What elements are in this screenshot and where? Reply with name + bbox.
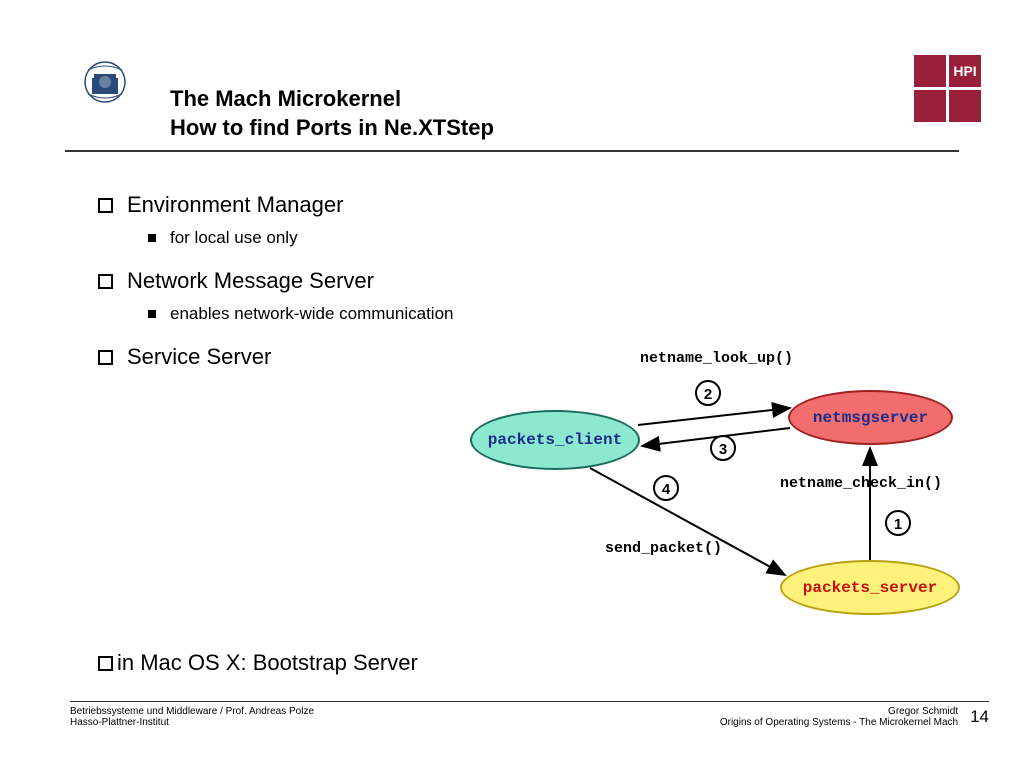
footer-left: Betriebssysteme und Middleware / Prof. A… (70, 706, 314, 728)
bullet-text: in Mac OS X: Bootstrap Server (117, 650, 418, 676)
hpi-square (914, 90, 946, 122)
bullet-text: Network Message Server (127, 268, 374, 294)
slide-content: Environment Manager for local use only N… (70, 192, 954, 370)
port-diagram: netname_look_up() netname_check_in() sen… (470, 350, 980, 630)
bullet-item: in Mac OS X: Bootstrap Server (98, 650, 418, 676)
square-bullet-icon (98, 274, 113, 289)
bullet-item: Environment Manager (98, 192, 954, 218)
sub-bullet-text: for local use only (170, 228, 298, 248)
hpi-square (914, 55, 946, 87)
square-sub-bullet-icon (148, 234, 156, 242)
footer-topic: Origins of Operating Systems - The Micro… (720, 717, 958, 728)
sub-bullet-item: for local use only (98, 228, 954, 248)
slide-title-line1: The Mach Microkernel (170, 85, 494, 114)
slide-title-line2: How to find Ports in Ne.XTStep (170, 114, 494, 143)
square-sub-bullet-icon (148, 310, 156, 318)
diagram-step-3: 3 (710, 435, 736, 461)
footer-author: Gregor Schmidt (720, 706, 958, 717)
hpi-label: HPI (949, 55, 981, 87)
diagram-step-4: 4 (653, 475, 679, 501)
diagram-node-msgserver: netmsgserver (788, 390, 953, 445)
footer-institute: Hasso-Plattner-Institut (70, 717, 314, 728)
page-number: 14 (970, 707, 989, 727)
slide: HPI The Mach Microkernel How to find Por… (0, 0, 1024, 768)
diagram-node-server: packets_server (780, 560, 960, 615)
bullet-text: Environment Manager (127, 192, 343, 218)
bullet-text: Service Server (127, 344, 271, 370)
square-bullet-icon (98, 198, 113, 213)
diagram-label-send: send_packet() (605, 540, 722, 557)
slide-header: The Mach Microkernel How to find Ports i… (70, 60, 954, 142)
slide-footer: Betriebssysteme und Middleware / Prof. A… (70, 701, 989, 728)
square-bullet-icon (98, 656, 113, 671)
square-bullet-icon (98, 350, 113, 365)
diagram-label-checkin: netname_check_in() (780, 475, 942, 492)
header-divider (65, 150, 959, 152)
diagram-step-1: 1 (885, 510, 911, 536)
hpi-square (949, 90, 981, 122)
footer-right: Gregor Schmidt Origins of Operating Syst… (720, 706, 989, 728)
sub-bullet-item: enables network-wide communication (98, 304, 954, 324)
footer-course: Betriebssysteme und Middleware / Prof. A… (70, 706, 314, 717)
university-logo (70, 60, 140, 115)
sub-bullet-text: enables network-wide communication (170, 304, 453, 324)
diagram-label-lookup: netname_look_up() (640, 350, 793, 367)
hpi-logo: HPI (914, 55, 984, 130)
diagram-step-2: 2 (695, 380, 721, 406)
bullet-item: Network Message Server (98, 268, 954, 294)
diagram-node-client: packets_client (470, 410, 640, 470)
